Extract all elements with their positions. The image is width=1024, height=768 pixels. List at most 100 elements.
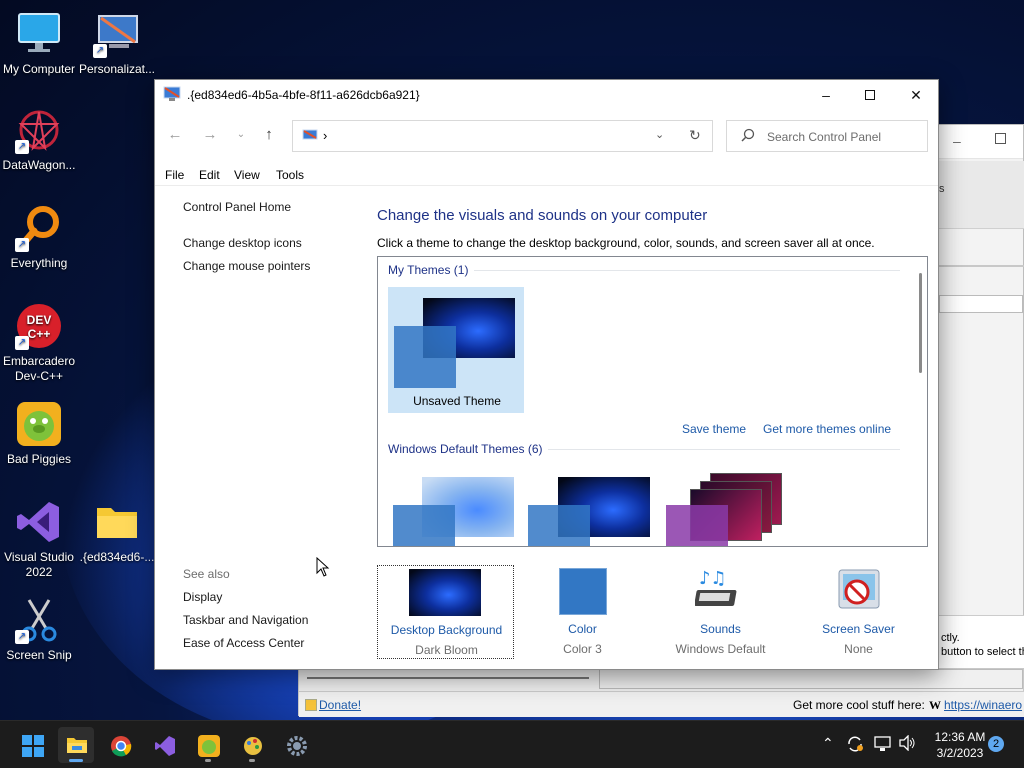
- shortcut-arrow-icon: ↗: [15, 140, 29, 154]
- folder-icon: [66, 735, 87, 755]
- color-button[interactable]: Color Color 3: [514, 565, 651, 659]
- desktop-icon-personalization[interactable]: ↗ Personalizat...: [78, 10, 156, 77]
- maximize-icon[interactable]: [995, 133, 1006, 144]
- up-button[interactable]: ↑: [257, 126, 281, 143]
- winaero-link[interactable]: https://winaero: [944, 692, 1024, 718]
- taskbar-clock[interactable]: 12:36 AM 3/2/2023: [932, 729, 988, 761]
- change-desktop-icons-link[interactable]: Change desktop icons: [183, 236, 302, 250]
- change-mouse-pointers-link[interactable]: Change mouse pointers: [183, 259, 310, 273]
- search-icon: [741, 128, 755, 145]
- status-bar: Donate! Get more cool stuff here: W http…: [299, 691, 1024, 717]
- taskbar-file-explorer[interactable]: [58, 727, 94, 763]
- pig-icon: [15, 400, 63, 448]
- theme-windows-light[interactable]: [388, 469, 524, 546]
- donate-link[interactable]: Donate!: [319, 692, 361, 718]
- menu-view[interactable]: View: [234, 168, 260, 182]
- search-box[interactable]: Search Control Panel: [726, 120, 928, 152]
- taskbar-personalization[interactable]: [234, 727, 270, 763]
- maximize-button[interactable]: [847, 80, 893, 110]
- shortcut-arrow-icon: ↗: [93, 44, 107, 58]
- running-indicator: [249, 759, 255, 762]
- close-button[interactable]: ✕: [893, 80, 939, 110]
- running-indicator: [205, 759, 211, 762]
- desktop-icon-label: Screen Snip: [6, 648, 72, 662]
- save-theme-link[interactable]: Save theme: [682, 422, 746, 436]
- recent-locations-dropdown[interactable]: ⌄: [229, 129, 253, 140]
- desktop-icon-label: DataWagon...: [2, 158, 76, 172]
- taskbar-visual-studio[interactable]: [146, 727, 182, 763]
- divider: [939, 265, 1024, 267]
- page-description: Click a theme to change the desktop back…: [377, 236, 875, 250]
- desktop-icon-my-computer[interactable]: My Computer: [0, 10, 78, 77]
- shortcut-arrow-icon: ↗: [15, 238, 29, 252]
- notification-badge[interactable]: 2: [988, 736, 1004, 752]
- menu-edit[interactable]: Edit: [199, 168, 220, 182]
- taskbar-chrome[interactable]: [102, 727, 138, 763]
- theme-color-swatch: [394, 326, 456, 388]
- forward-button[interactable]: →: [198, 126, 222, 143]
- default-themes-heading: Windows Default Themes (6): [388, 442, 543, 456]
- control-panel-home-link[interactable]: Control Panel Home: [183, 200, 291, 214]
- sounds-button[interactable]: ♪♫ Sounds Windows Default: [652, 565, 789, 659]
- start-button[interactable]: [14, 727, 50, 763]
- desktop-icon-label: Visual Studio 2022: [4, 550, 74, 579]
- theme-unsaved[interactable]: Unsaved Theme: [388, 287, 524, 413]
- control-panel-icon: [302, 129, 318, 146]
- breadcrumb-separator[interactable]: ›: [323, 128, 327, 143]
- taskbar-navigation-link[interactable]: Taskbar and Navigation: [183, 613, 308, 627]
- theme-color-swatch: [666, 505, 728, 546]
- winaero-icon: W: [929, 698, 941, 712]
- menu-tools[interactable]: Tools: [276, 168, 304, 182]
- desktop-icon-bad-piggies[interactable]: Bad Piggies: [0, 400, 78, 467]
- personalization-app-icon: [163, 86, 181, 102]
- taskbar-settings[interactable]: [278, 727, 314, 763]
- pig-icon: [198, 735, 220, 757]
- back-button[interactable]: ←: [163, 126, 187, 143]
- monitor-icon: [15, 10, 63, 58]
- desktop-icon-label: My Computer: [2, 62, 76, 76]
- see-also-heading: See also: [183, 567, 230, 581]
- minimize-icon[interactable]: –: [953, 133, 961, 149]
- taskbar-bad-piggies[interactable]: [190, 727, 226, 763]
- menu-file[interactable]: File: [165, 168, 184, 182]
- update-sync-icon[interactable]: [846, 735, 864, 756]
- folder-icon: [93, 498, 141, 546]
- theme-glow[interactable]: [664, 469, 800, 546]
- wallpaper-thumbnail: [409, 569, 481, 616]
- personalization-window: .{ed834ed6-4b5a-4bfe-8f11-a626dcb6a921} …: [154, 79, 939, 670]
- desktop-background-button[interactable]: Desktop Background Dark Bloom: [377, 565, 514, 659]
- get-more-themes-link[interactable]: Get more themes online: [763, 422, 891, 436]
- bg-panel: [599, 669, 1023, 689]
- theme-windows-dark[interactable]: [526, 469, 662, 546]
- desktop-icon-everything[interactable]: ↗ Everything: [0, 204, 78, 271]
- theme-name: Unsaved Theme: [413, 394, 501, 408]
- desktop-icon-visual-studio[interactable]: Visual Studio 2022: [0, 498, 78, 580]
- svg-text:DEV: DEV: [27, 313, 52, 327]
- address-bar[interactable]: › ⌄ ↻: [292, 120, 713, 152]
- refresh-icon[interactable]: ↻: [689, 127, 701, 144]
- desktop-icon-screen-snip[interactable]: ↗ Screen Snip: [0, 596, 78, 663]
- menu-bar: File Edit View Tools: [155, 166, 938, 186]
- network-icon[interactable]: [874, 736, 892, 755]
- themes-list[interactable]: My Themes (1) Unsaved Theme Save theme G…: [377, 256, 928, 547]
- ease-of-access-link[interactable]: Ease of Access Center: [183, 636, 304, 650]
- show-hidden-icons-chevron-icon[interactable]: ⌃: [822, 735, 834, 752]
- magnifier-icon: ↗: [15, 204, 63, 252]
- background-input[interactable]: [939, 295, 1023, 313]
- desktop-icon-datawagon[interactable]: ↗ DataWagon...: [0, 106, 78, 173]
- bg-scrollbar[interactable]: [307, 677, 589, 683]
- scrollbar-thumb[interactable]: [919, 273, 922, 373]
- desktop-icon-label: Personalizat...: [78, 62, 156, 76]
- minimize-button[interactable]: –: [803, 80, 849, 110]
- address-dropdown-icon[interactable]: ⌄: [655, 128, 664, 141]
- volume-icon[interactable]: [898, 734, 916, 754]
- desktop-icon-devcpp[interactable]: DEV C++ ↗ Embarcadero Dev-C++: [0, 302, 78, 384]
- screen-saver-button[interactable]: Screen Saver None: [790, 565, 927, 659]
- donate-icon: [305, 699, 317, 711]
- svg-text:♪♫: ♪♫: [699, 568, 727, 589]
- themes-scrollbar[interactable]: [917, 259, 925, 546]
- background-window-header: s: [939, 161, 1024, 229]
- display-link[interactable]: Display: [183, 590, 222, 604]
- desktop-icon-folder[interactable]: .{ed834ed6-...: [78, 498, 156, 565]
- background-window[interactable]: – s ctly. button to select th: [938, 124, 1024, 716]
